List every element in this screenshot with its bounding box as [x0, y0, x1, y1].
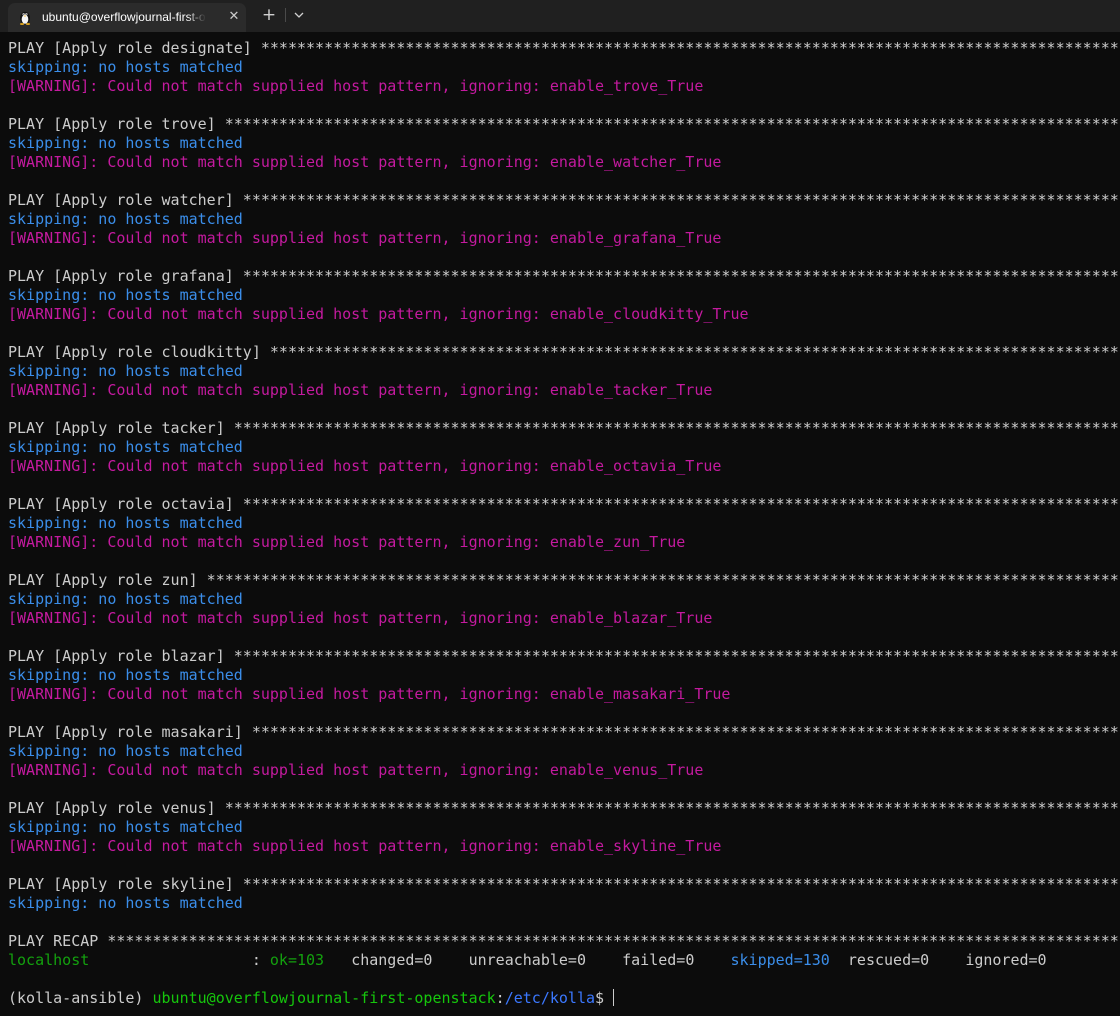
skipping-line: skipping: no hosts matched	[8, 818, 243, 836]
warning-line: [WARNING]: Could not match supplied host…	[8, 837, 722, 855]
recap-colon: :	[251, 951, 270, 969]
skipping-line: skipping: no hosts matched	[8, 58, 243, 76]
recap-unreachable: unreachable=0	[468, 951, 586, 969]
warning-line: [WARNING]: Could not match supplied host…	[8, 305, 749, 323]
warning-line: [WARNING]: Could not match supplied host…	[8, 457, 722, 475]
prompt-symbol: $	[595, 989, 614, 1007]
recap-changed: changed=0	[351, 951, 433, 969]
tab-bar: ubuntu@overflowjournal-first-openstack: …	[0, 0, 1120, 32]
tab-active-ubuntu[interactable]: ubuntu@overflowjournal-first-openstack: …	[8, 3, 246, 32]
recap-host: localhost	[8, 951, 90, 969]
terminal-output[interactable]: PLAY [Apply role designate] ************…	[8, 39, 1120, 1016]
terminal-window: ubuntu@overflowjournal-first-openstack: …	[0, 0, 1120, 1016]
skipping-line: skipping: no hosts matched	[8, 742, 243, 760]
warning-line: [WARNING]: Could not match supplied host…	[8, 381, 713, 399]
warning-line: [WARNING]: Could not match supplied host…	[8, 229, 722, 247]
prompt-separator: :	[495, 989, 505, 1007]
linux-tux-icon	[17, 9, 33, 25]
recap-row: localhost : ok=103 changed=0 unreachable…	[8, 951, 1120, 970]
tab-close-button[interactable]: ✕	[225, 8, 243, 26]
shell-prompt[interactable]: (kolla-ansible) ubuntu@overflowjournal-f…	[8, 989, 1120, 1008]
skipping-line: skipping: no hosts matched	[8, 134, 243, 152]
prompt-path: /etc/kolla	[504, 989, 596, 1007]
skipping-line: skipping: no hosts matched	[8, 894, 243, 912]
play-header-line: PLAY [Apply role octavia] **************…	[8, 495, 1120, 513]
skipping-line: skipping: no hosts matched	[8, 666, 243, 684]
new-tab-button[interactable]: +	[258, 4, 280, 26]
recap-failed: failed=0	[622, 951, 695, 969]
warning-line: [WARNING]: Could not match supplied host…	[8, 533, 686, 551]
play-header-line: PLAY [Apply role venus] ****************…	[8, 799, 1120, 817]
skipping-line: skipping: no hosts matched	[8, 438, 243, 456]
play-header-line: PLAY [Apply role designate] ************…	[8, 39, 1120, 57]
play-header-line: PLAY [Apply role masakari] *************…	[8, 723, 1120, 741]
warning-line: [WARNING]: Could not match supplied host…	[8, 685, 731, 703]
play-header-line: PLAY [Apply role watcher] **************…	[8, 191, 1120, 209]
play-header-line: PLAY [Apply role zun] ******************…	[8, 571, 1120, 589]
skipping-line: skipping: no hosts matched	[8, 210, 243, 228]
chevron-down-icon[interactable]	[289, 4, 309, 26]
warning-line: [WARNING]: Could not match supplied host…	[8, 77, 704, 95]
play-header-line: PLAY [Apply role grafana] **************…	[8, 267, 1120, 285]
tab-title: ubuntu@overflowjournal-first-openstack: …	[42, 10, 206, 24]
play-header-line: PLAY [Apply role skyline] **************…	[8, 875, 1120, 893]
warning-line: [WARNING]: Could not match supplied host…	[8, 609, 713, 627]
skipping-line: skipping: no hosts matched	[8, 590, 243, 608]
play-header-line: PLAY [Apply role tacker] ***************…	[8, 419, 1120, 437]
text-cursor	[613, 989, 615, 1006]
play-header-line: PLAY [Apply role cloudkitty] ***********…	[8, 343, 1120, 361]
warning-line: [WARNING]: Could not match supplied host…	[8, 153, 722, 171]
play-header-line: PLAY RECAP *****************************…	[8, 932, 1120, 950]
prompt-venv: (kolla-ansible)	[8, 989, 153, 1007]
recap-rescued: rescued=0	[847, 951, 930, 969]
recap-skipped: skipped=130	[730, 951, 830, 969]
prompt-user-host: ubuntu@overflowjournal-first-openstack	[152, 989, 496, 1007]
warning-line: [WARNING]: Could not match supplied host…	[8, 761, 704, 779]
play-header-line: PLAY [Apply role blazar] ***************…	[8, 647, 1120, 665]
play-header-line: PLAY [Apply role trove] ****************…	[8, 115, 1120, 133]
tab-separator	[285, 8, 286, 22]
skipping-line: skipping: no hosts matched	[8, 362, 243, 380]
recap-ignored: ignored=0	[965, 951, 1047, 969]
recap-ok: ok=103	[269, 951, 325, 969]
skipping-line: skipping: no hosts matched	[8, 514, 243, 532]
skipping-line: skipping: no hosts matched	[8, 286, 243, 304]
